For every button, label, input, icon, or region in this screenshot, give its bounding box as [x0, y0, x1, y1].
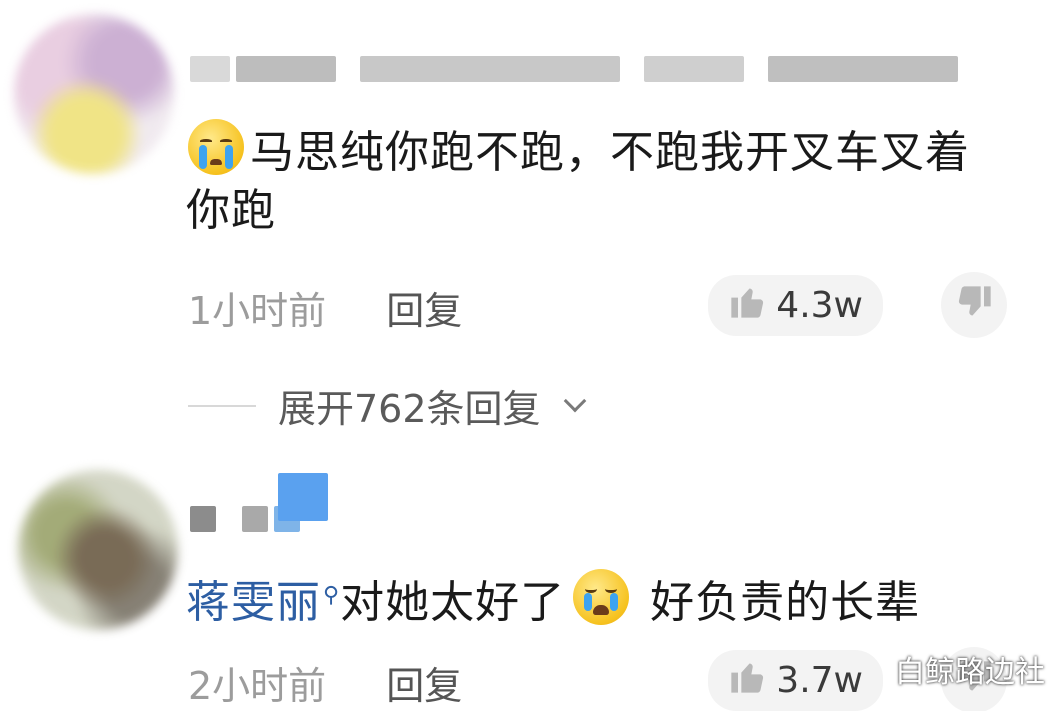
- like-count: 4.3w: [776, 285, 863, 326]
- expand-replies-label: 展开762条回复: [278, 387, 541, 431]
- tearful-joy-emoji: [571, 567, 631, 627]
- chevron-down-icon: [563, 389, 586, 412]
- search-icon: ⚲: [323, 583, 341, 608]
- dislike-button[interactable]: [941, 272, 1007, 338]
- thumbs-up-icon: [728, 656, 768, 705]
- like-button[interactable]: 3.7w: [708, 650, 883, 711]
- mention-link[interactable]: 蒋雯丽⚲: [186, 577, 340, 628]
- comment-meta: 1小时前 回复: [188, 280, 462, 335]
- expand-replies-button[interactable]: 展开762条回复: [188, 378, 586, 433]
- reply-button[interactable]: 回复: [386, 655, 462, 710]
- comment-text: 蒋雯丽⚲对她太好了 好负责的长辈: [186, 567, 1005, 632]
- reply-button[interactable]: 回复: [386, 280, 462, 335]
- like-button[interactable]: 4.3w: [708, 275, 883, 336]
- timestamp: 2小时前: [188, 664, 327, 708]
- divider-line: [188, 404, 256, 407]
- thumbs-up-icon: [728, 281, 768, 330]
- like-count: 3.7w: [776, 660, 863, 701]
- timestamp: 1小时前: [188, 289, 327, 333]
- comment-body: 马思纯你跑不跑，不跑我开叉车叉着你跑: [186, 127, 970, 236]
- comment-1: 马思纯你跑不跑，不跑我开叉车叉着你跑 1小时前 回复 4.3w 展开762条回复: [0, 0, 1063, 455]
- crying-face-emoji: [186, 117, 246, 177]
- username-blurred[interactable]: [190, 54, 958, 84]
- comment-text: 马思纯你跑不跑，不跑我开叉车叉着你跑: [186, 117, 1005, 240]
- comment-body: 对她太好了: [340, 577, 566, 628]
- comment-meta: 2小时前 回复: [188, 655, 462, 710]
- username-blurred[interactable]: [190, 473, 328, 532]
- watermark: 白鲸路边社: [895, 655, 1045, 690]
- thumbs-down-icon: [954, 283, 994, 327]
- avatar[interactable]: [18, 470, 178, 630]
- comment-body-tail: 好负责的长辈: [635, 577, 921, 628]
- avatar[interactable]: [14, 14, 174, 174]
